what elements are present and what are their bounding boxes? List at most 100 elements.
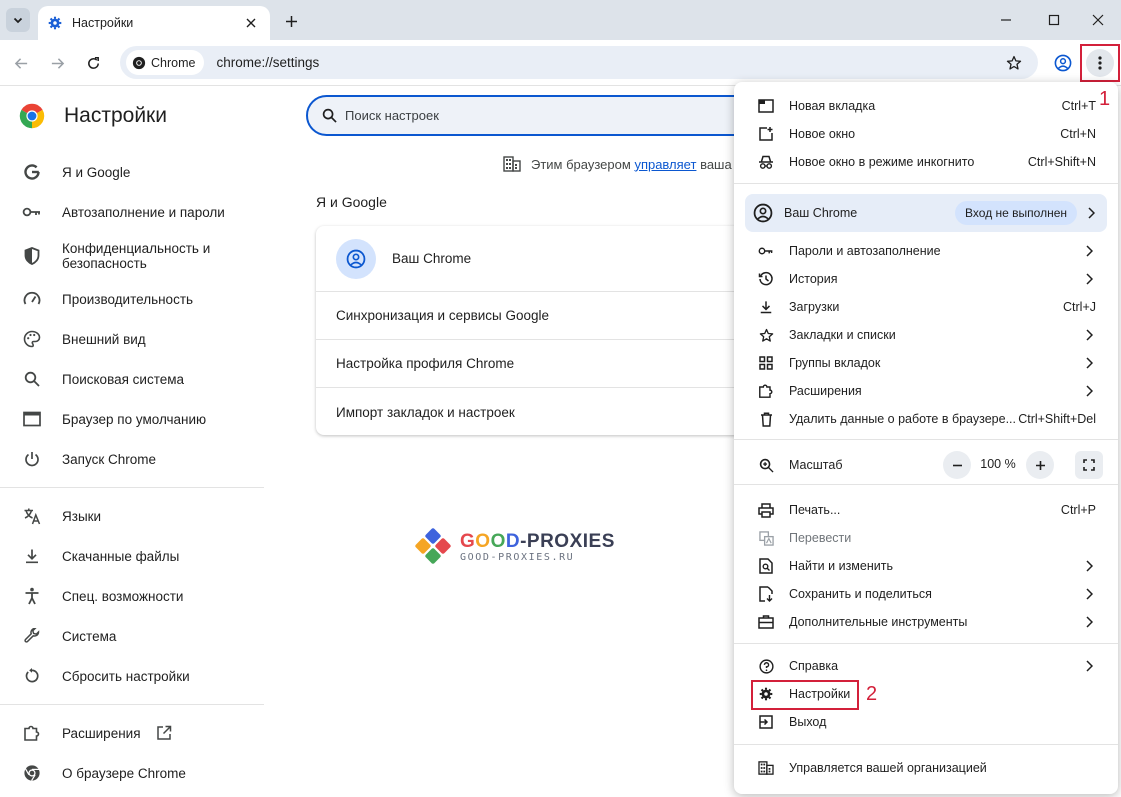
zoom-out-button[interactable]	[943, 451, 971, 479]
menu-tab-groups[interactable]: Группы вкладок	[734, 349, 1118, 377]
menu-managed[interactable]: Управляется вашей организацией	[734, 754, 1118, 782]
back-button[interactable]	[9, 51, 33, 75]
new-window-icon	[758, 126, 774, 142]
menu-label: Сохранить и поделиться	[789, 587, 932, 601]
account-circle-icon	[346, 249, 366, 268]
tab-settings[interactable]: Настройки	[38, 6, 270, 40]
menu-divider	[734, 744, 1118, 745]
sidebar-item-system[interactable]: Система	[0, 624, 264, 648]
sidebar-item-about-chrome[interactable]: О браузере Chrome	[0, 761, 264, 785]
import-bookmarks-row[interactable]: Импорт закладок и настроек	[316, 388, 756, 435]
menu-label: Управляется вашей организацией	[789, 761, 987, 775]
sidebar-item-label: Браузер по умолчанию	[62, 411, 207, 427]
sidebar-item-search-engine[interactable]: Поисковая система	[0, 367, 264, 391]
sidebar-item-accessibility[interactable]: Спец. возможности	[0, 584, 264, 608]
sync-services-row[interactable]: Синхронизация и сервисы Google	[316, 292, 756, 340]
menu-passwords[interactable]: Пароли и автозаполнение	[734, 237, 1118, 265]
sidebar-item-label: Автозаполнение и пароли	[62, 204, 225, 220]
menu-incognito[interactable]: Новое окно в режиме инкогнито Ctrl+Shift…	[734, 148, 1118, 176]
menu-find-edit[interactable]: Найти и изменить	[734, 552, 1118, 580]
new-tab-button[interactable]	[280, 10, 302, 32]
menu-new-tab[interactable]: Новая вкладка Ctrl+T	[734, 92, 1118, 120]
tab-search-button[interactable]	[6, 8, 30, 32]
menu-label: Выход	[789, 715, 827, 729]
sidebar-item-extensions[interactable]: Расширения	[0, 721, 264, 745]
menu-label: Ваш Chrome	[784, 206, 858, 220]
row-label: Настройка профиля Chrome	[336, 356, 515, 371]
tab-close-button[interactable]	[242, 14, 260, 32]
chevron-right-icon	[1084, 272, 1094, 286]
save-file-icon	[758, 586, 774, 602]
your-chrome-row[interactable]: Ваш Chrome	[316, 226, 756, 292]
sidebar-divider	[0, 487, 264, 488]
step-1-label: 1	[1099, 88, 1111, 110]
menu-shortcut: Ctrl+T	[1061, 99, 1096, 113]
menu-label: Закладки и списки	[789, 328, 896, 342]
address-bar[interactable]: Chrome chrome://settings	[120, 46, 1038, 79]
reload-button[interactable]	[81, 51, 105, 75]
sidebar-item-label: Внешний вид	[62, 331, 146, 347]
menu-clear-data[interactable]: Удалить данные о работе в браузере... Ct…	[734, 405, 1118, 433]
forward-button[interactable]	[45, 51, 69, 75]
watermark-site: GOOD-PROXIES.RU	[460, 551, 575, 563]
settings-search-box[interactable]	[306, 95, 786, 136]
search-input[interactable]	[345, 108, 725, 123]
sidebar-item-you-and-google[interactable]: Я и Google	[0, 160, 264, 184]
sidebar-item-reset[interactable]: Сбросить настройки	[0, 664, 264, 688]
fullscreen-button[interactable]	[1075, 451, 1103, 479]
menu-more-tools[interactable]: Дополнительные инструменты	[734, 608, 1118, 636]
menu-downloads[interactable]: Загрузки Ctrl+J	[734, 293, 1118, 321]
row-label: Синхронизация и сервисы Google	[336, 308, 550, 323]
fullscreen-icon	[1083, 459, 1095, 471]
power-icon	[22, 449, 42, 469]
sidebar-divider	[0, 704, 264, 705]
settings-header: Настройки	[18, 102, 167, 130]
sidebar-item-languages[interactable]: Языки	[0, 504, 264, 528]
menu-divider	[734, 484, 1118, 485]
chevron-right-icon	[1084, 384, 1094, 398]
bookmark-star-button[interactable]	[1002, 51, 1026, 75]
menu-new-window[interactable]: Новое окно Ctrl+N	[734, 120, 1118, 148]
chevron-right-icon	[1084, 559, 1094, 573]
sidebar-item-privacy[interactable]: Конфиденциальность и безопасность	[0, 238, 264, 274]
gear-icon	[48, 16, 62, 30]
sidebar-item-performance[interactable]: Производительность	[0, 287, 264, 311]
customize-profile-row[interactable]: Настройка профиля Chrome	[316, 340, 756, 388]
building-icon	[758, 760, 774, 776]
palette-icon	[22, 329, 42, 349]
toolbar: Chrome chrome://settings	[0, 40, 1121, 86]
menu-help[interactable]: Справка	[734, 652, 1118, 680]
menu-label: Дополнительные инструменты	[789, 615, 968, 629]
chrome-menu-button[interactable]	[1080, 44, 1120, 82]
sidebar-item-on-startup[interactable]: Запуск Chrome	[0, 447, 264, 471]
tab-title: Настройки	[72, 16, 134, 30]
sidebar-item-default-browser[interactable]: Браузер по умолчанию	[0, 407, 264, 431]
site-info-chip[interactable]: Chrome	[126, 50, 205, 75]
url-text[interactable]: chrome://settings	[216, 55, 1002, 70]
menu-profile[interactable]: Ваш Chrome Вход не выполнен	[745, 194, 1107, 232]
menu-label: История	[789, 272, 838, 286]
menu-history[interactable]: История	[734, 265, 1118, 293]
toolbox-icon	[758, 614, 774, 630]
star-icon	[1006, 55, 1022, 70]
sidebar-item-appearance[interactable]: Внешний вид	[0, 327, 264, 351]
managed-link[interactable]: управляет	[634, 157, 696, 172]
chrome-logo-icon	[22, 763, 42, 783]
minimize-button[interactable]	[992, 6, 1020, 34]
menu-divider	[734, 183, 1118, 184]
sidebar-item-autofill[interactable]: Автозаполнение и пароли	[0, 200, 264, 224]
menu-divider	[734, 643, 1118, 644]
menu-print[interactable]: Печать... Ctrl+P	[734, 496, 1118, 524]
close-window-button[interactable]	[1084, 6, 1112, 34]
maximize-button[interactable]	[1040, 6, 1068, 34]
chevron-right-icon	[1084, 244, 1094, 258]
menu-extensions[interactable]: Расширения	[734, 377, 1118, 405]
reset-icon	[22, 666, 42, 686]
zoom-in-button[interactable]	[1026, 451, 1054, 479]
sidebar-item-downloads[interactable]: Скачанные файлы	[0, 544, 264, 568]
menu-bookmarks[interactable]: Закладки и списки	[734, 321, 1118, 349]
menu-save-share[interactable]: Сохранить и поделиться	[734, 580, 1118, 608]
good-proxies-logo-icon	[415, 528, 451, 564]
menu-exit[interactable]: Выход	[734, 708, 1118, 736]
profile-button[interactable]	[1051, 51, 1075, 75]
